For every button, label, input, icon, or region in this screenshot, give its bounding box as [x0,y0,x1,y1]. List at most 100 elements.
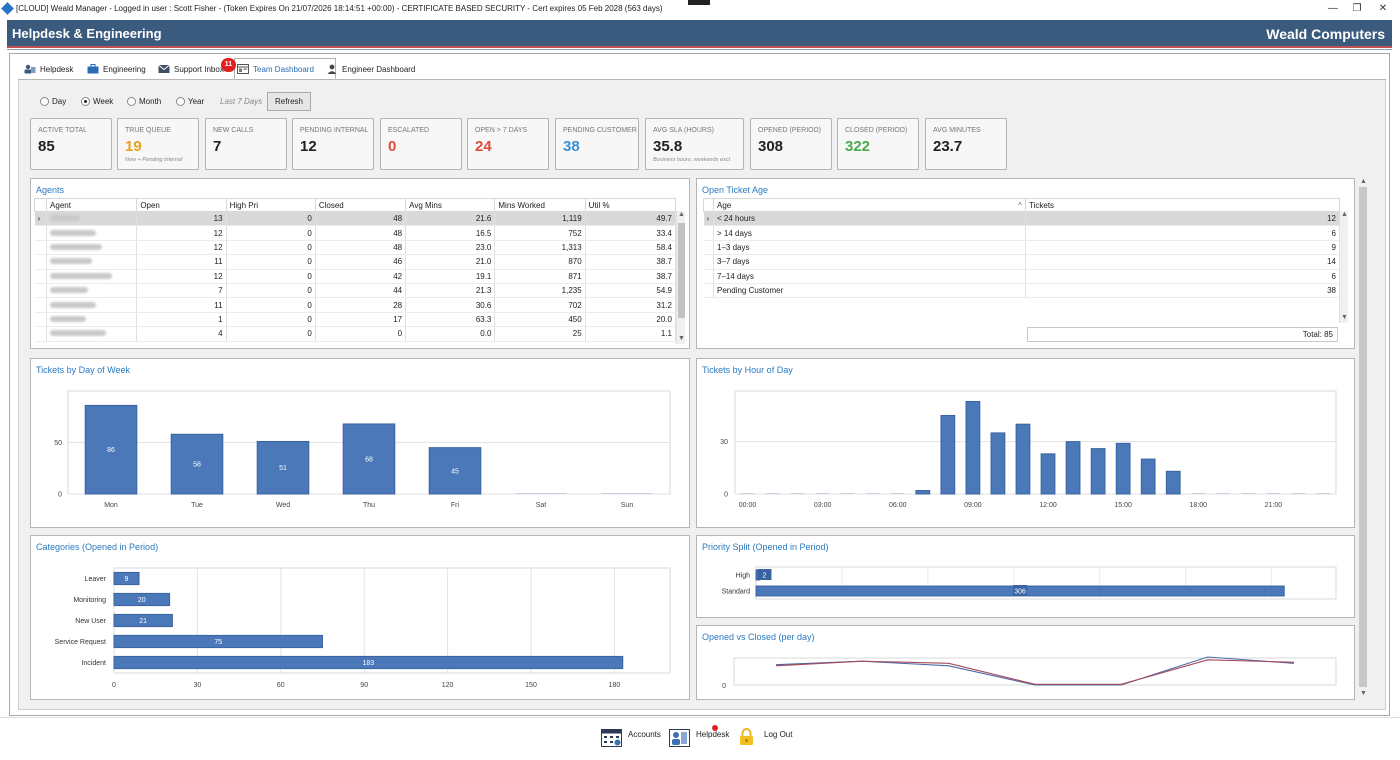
engineering-icon [87,64,99,74]
table-row[interactable]: Pending Customer 38 [703,283,1340,299]
column-header[interactable]: Open [136,198,227,212]
bar[interactable] [1165,470,1181,495]
tab-engineer-dashboard[interactable]: Engineer Dashboard [324,59,420,79]
period-radio-month[interactable]: Month [127,97,161,106]
cell-avg-mins: 21.6 [405,211,496,227]
table-row[interactable]: › 13 0 48 21.6 1,119 49.7 [34,211,677,227]
period-radio-week[interactable]: Week [81,97,113,106]
bottom-toolbar: Accounts Helpdesk Log Out [0,717,1400,760]
column-header[interactable]: Age ^ [713,198,1026,212]
table-row[interactable]: 12 0 48 16.5 752 33.4 [34,225,677,241]
scroll-down-icon[interactable]: ▼ [1360,690,1367,697]
table-row[interactable]: 7–14 days 6 [703,269,1340,284]
table-header-row: Age ^ Tickets [703,198,1340,212]
kpi-subtitle: New + Pending Internal [125,157,183,163]
scroll-down-icon[interactable]: ▼ [1341,314,1348,321]
table-row[interactable]: 11 0 28 30.6 702 31.2 [34,297,677,313]
table-row[interactable]: › < 24 hours 12 [703,211,1340,227]
table-row[interactable]: > 14 days 6 [703,225,1340,241]
bar[interactable] [1065,441,1081,495]
cell-age: 1–3 days [713,240,1026,256]
row-marker [34,254,48,270]
scroll-thumb[interactable] [678,223,685,318]
period-radio-year[interactable]: Year [176,97,204,106]
kpi-title: PENDING CUSTOMER [563,127,637,134]
agents-scrollbar[interactable]: ▲ ▼ [676,211,685,344]
column-header[interactable]: High Pri [225,198,316,212]
cell-open: 12 [136,240,227,256]
column-header[interactable]: Util % [584,198,677,212]
table-row[interactable]: 1 0 17 63.3 450 20.0 [34,312,677,328]
ticket-age-table[interactable]: Age ^ Tickets › < 24 hours 12 > 14 days 6 1–3 … [703,198,1340,299]
period-radio-day[interactable]: Day [40,97,66,106]
maximize-button[interactable]: ❐ [1347,2,1367,15]
tab-engineering[interactable]: Engineering [85,59,155,79]
bar[interactable] [965,400,981,495]
agent-name-redacted [46,326,138,342]
scroll-up-icon[interactable]: ▲ [1341,211,1348,218]
table-row[interactable]: 11 0 46 21.0 870 38.7 [34,254,677,270]
table-row[interactable]: 4 0 0 0.0 25 1.1 [34,326,677,342]
table-row[interactable]: 1–3 days 9 [703,240,1340,256]
tab-team-dashboard[interactable]: Team Dashboard [234,58,336,79]
refresh-button[interactable]: Refresh [267,92,311,111]
bar[interactable] [940,414,956,495]
bar[interactable] [1090,448,1106,495]
close-button[interactable]: ✕ [1373,2,1393,15]
cell-high-pri: 0 [226,240,316,256]
cell-high-pri: 0 [226,254,316,270]
row-marker [34,240,48,256]
column-header[interactable]: Mins Worked [494,198,586,212]
scroll-up-icon[interactable]: ▲ [678,211,685,218]
kpi-title: OPEN > 7 DAYS [475,127,528,134]
x-tick-label: 15:00 [1114,502,1132,509]
bar-value-label: 2 [762,573,766,580]
column-header[interactable]: Tickets [1025,198,1340,212]
helpdesk-button[interactable]: Helpdesk [669,729,729,747]
cell-closed: 42 [315,269,407,284]
table-row[interactable]: 12 0 48 23.0 1,313 58.4 [34,240,677,256]
column-header[interactable]: Agent [46,198,138,212]
radio-dot [176,97,185,106]
logout-button[interactable]: Log Out [739,728,792,745]
radio-label: Year [188,97,205,106]
cell-tickets: 12 [1025,211,1340,227]
scroll-up-icon[interactable]: ▲ [1360,178,1367,185]
cell-closed: 46 [315,254,407,270]
minimize-button[interactable]: — [1323,2,1343,15]
kpi-title: AVG SLA (HOURS) [653,127,714,134]
agents-table[interactable]: Agent Open High Pri Closed Avg Mins Mins… [33,198,677,342]
tab-helpdesk[interactable]: Helpdesk [22,59,77,79]
scroll-thumb[interactable] [1359,187,1367,687]
y-tick-label: Monitoring [73,597,106,604]
kpi-card: TRUE QUEUE 19 New + Pending Internal [117,118,199,170]
bar-value-label: 58 [193,462,201,469]
bar[interactable] [1115,442,1131,495]
brand-name: Weald Computers [1266,26,1385,42]
column-header-label: Age [717,200,732,210]
table-row[interactable]: 12 0 42 19.1 871 38.7 [34,269,677,284]
column-header[interactable]: Avg Mins [405,198,496,212]
table-row[interactable]: 7 0 44 21.3 1,235 54.9 [34,283,677,299]
accounts-button[interactable]: Accounts [601,729,661,747]
bar[interactable] [1015,423,1031,495]
bar[interactable] [1040,453,1056,495]
ticket-age-scrollbar[interactable]: ▲ ▼ [1339,211,1348,323]
bar-value-label: 20 [138,597,146,604]
row-marker [703,283,714,299]
cell-closed: 44 [315,283,407,299]
cell-util: 38.7 [585,269,677,284]
row-marker: › [703,211,714,227]
bar[interactable] [915,490,931,495]
period-range-label: Last 7 Days [220,97,263,106]
x-tick-label: Sun [621,502,634,509]
table-row[interactable]: 3–7 days 14 [703,254,1340,270]
scroll-down-icon[interactable]: ▼ [678,335,685,342]
kpi-value: 85 [38,138,55,155]
bar[interactable] [990,432,1006,495]
kpi-title: CLOSED (PERIOD) [845,127,908,134]
bar[interactable] [1140,458,1156,495]
column-header[interactable]: Closed [314,198,407,212]
cell-mins-worked: 1,119 [494,211,586,227]
dashboard-scrollbar[interactable]: ▲ ▼ [1358,178,1368,700]
